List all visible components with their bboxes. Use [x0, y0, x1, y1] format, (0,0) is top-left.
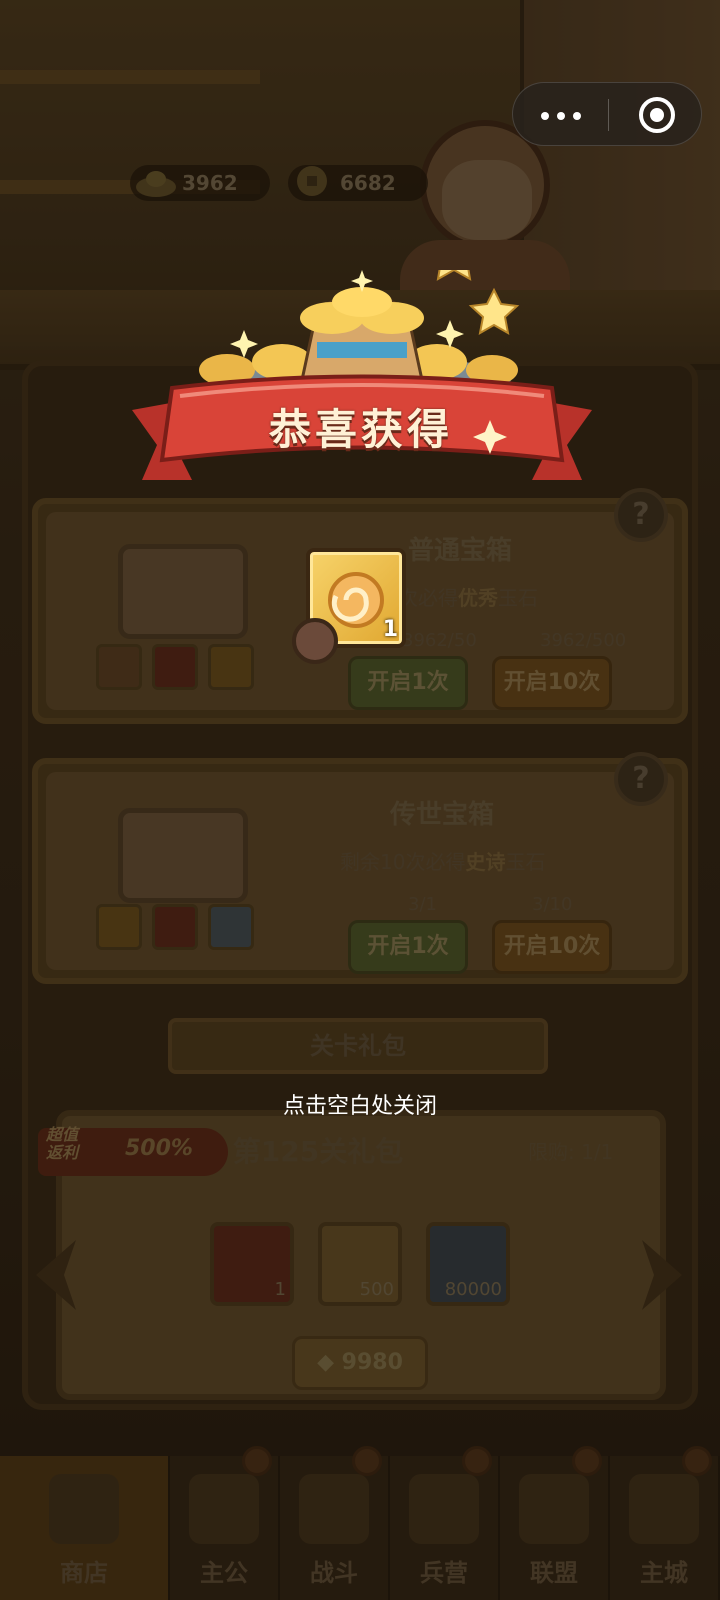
reward-banner	[132, 270, 592, 480]
target-close-icon[interactable]	[609, 83, 703, 147]
reward-count: 1	[382, 617, 398, 642]
reward-overlay[interactable]	[0, 0, 720, 1600]
more-dots-icon[interactable]	[513, 83, 608, 147]
star-icon	[436, 270, 520, 335]
miniprogram-capsule	[512, 82, 702, 146]
ox-head-badge-icon	[292, 618, 338, 664]
reward-title: 恭喜获得	[268, 405, 453, 454]
close-hint: 点击空白处关闭	[282, 1094, 437, 1119]
